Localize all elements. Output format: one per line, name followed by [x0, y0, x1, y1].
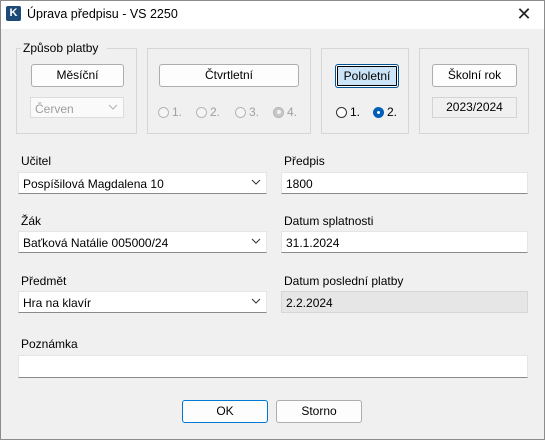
half-radio-2[interactable]: 2.: [373, 105, 397, 119]
subject-value: Hra na klavír: [23, 296, 92, 310]
quarterly-button[interactable]: Čtvrtletní: [159, 64, 299, 87]
last-payment-input: 2.2.2024: [281, 291, 528, 313]
quarterly-group: [147, 48, 311, 134]
school-year-button[interactable]: Školní rok: [432, 64, 517, 87]
student-select[interactable]: Baťková Natálie 005000/24: [18, 231, 267, 253]
teacher-value: Pospíšilová Magdalena 10: [23, 177, 164, 191]
chevron-down-icon: [251, 298, 261, 304]
dialog-window: K Úprava předpisu - VS 2250 ✕ Způsob pla…: [0, 0, 545, 440]
half-year-button[interactable]: Pololetní: [335, 64, 399, 88]
chevron-down-icon: [108, 104, 118, 110]
monthly-group: [16, 48, 137, 134]
last-payment-value: 2.2.2024: [286, 296, 333, 310]
app-icon: K: [6, 6, 21, 21]
month-select[interactable]: Červen: [30, 97, 124, 118]
quarter-radio-3[interactable]: 3.: [235, 105, 259, 119]
ok-button[interactable]: OK: [182, 400, 268, 423]
close-icon[interactable]: ✕: [504, 1, 544, 29]
note-label: Poznámka: [21, 337, 78, 351]
student-value: Baťková Natálie 005000/24: [23, 236, 169, 250]
month-select-value: Červen: [35, 102, 74, 116]
prescription-input[interactable]: 1800: [281, 172, 528, 194]
prescription-value: 1800: [286, 177, 313, 191]
student-label: Žák: [21, 214, 42, 228]
monthly-button[interactable]: Měsíční: [31, 64, 124, 87]
due-date-value: 31.1.2024: [286, 236, 340, 250]
quarter-radio-2[interactable]: 2.: [196, 105, 220, 119]
chevron-down-icon: [251, 238, 261, 244]
teacher-label: Učitel: [21, 154, 52, 168]
last-payment-label: Datum poslední platby: [284, 274, 404, 288]
subject-label: Předmět: [21, 274, 67, 288]
half-radio-1[interactable]: 1.: [336, 105, 360, 119]
window-title: Úprava předpisu - VS 2250: [27, 7, 178, 21]
due-date-label: Datum splatnosti: [284, 214, 374, 228]
chevron-down-icon: [251, 179, 261, 185]
note-input[interactable]: [18, 355, 528, 378]
title-bar: K Úprava předpisu - VS 2250 ✕: [1, 1, 544, 29]
cancel-button[interactable]: Storno: [276, 400, 362, 423]
teacher-select[interactable]: Pospíšilová Magdalena 10: [18, 172, 267, 194]
quarter-radio-1[interactable]: 1.: [158, 105, 182, 119]
subject-select[interactable]: Hra na klavír: [18, 291, 267, 313]
school-year-value: 2023/2024: [432, 97, 517, 118]
school-year-group: [419, 48, 529, 134]
due-date-input[interactable]: 31.1.2024: [281, 231, 528, 253]
quarter-radio-4[interactable]: 4.: [273, 105, 297, 119]
half-year-group: [321, 48, 409, 134]
prescription-label: Předpis: [284, 154, 325, 168]
